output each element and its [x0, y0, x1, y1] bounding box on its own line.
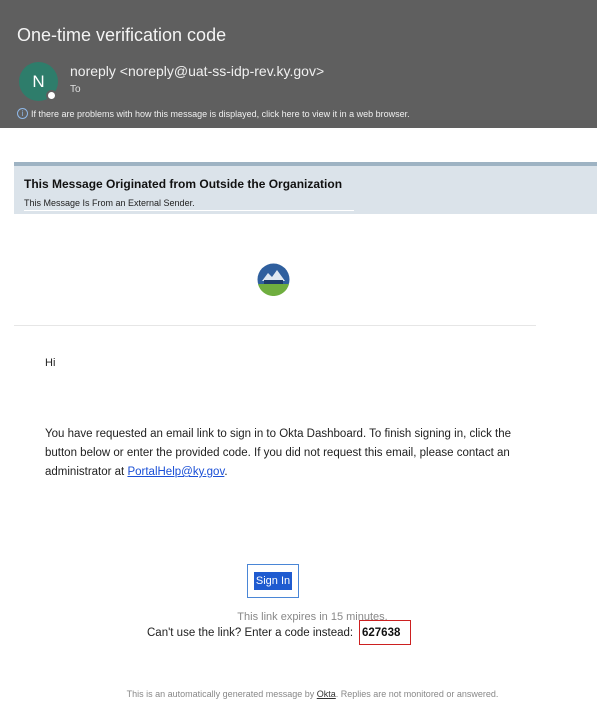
- external-sender-banner: This Message Originated from Outside the…: [14, 162, 597, 214]
- external-banner-subtitle: This Message Is From an External Sender.: [24, 198, 354, 211]
- code-prompt: Can't use the link? Enter a code instead…: [147, 627, 354, 639]
- info-bar-text: If there are problems with how this mess…: [31, 108, 410, 119]
- footer-text-end: . Replies are not monitored or answered.: [335, 689, 499, 699]
- info-bar[interactable]: i If there are problems with how this me…: [17, 108, 410, 119]
- email-body: You have requested an email link to sign…: [45, 425, 525, 482]
- body-text-end: .: [224, 466, 228, 478]
- sign-in-button[interactable]: Sign In: [253, 572, 293, 590]
- footer-text: This is an automatically generated messa…: [126, 689, 317, 699]
- kyccr-logo: [257, 263, 290, 296]
- greeting: Hi: [45, 357, 56, 369]
- to-label: To: [70, 84, 81, 95]
- sign-in-button-frame[interactable]: Sign In: [247, 564, 299, 598]
- email-footer: This is an automatically generated messa…: [0, 689, 597, 699]
- support-email-link[interactable]: PortalHelp@ky.gov: [127, 466, 224, 478]
- external-banner-title: This Message Originated from Outside the…: [24, 177, 343, 191]
- verification-code: 627638: [362, 627, 401, 639]
- email-header: One-time verification code N noreply <no…: [0, 0, 597, 128]
- link-expiry-note: This link expires in 15 minutes.: [237, 611, 388, 623]
- okta-link[interactable]: Okta: [317, 689, 336, 699]
- info-icon: i: [17, 108, 28, 119]
- presence-dot: [46, 90, 57, 101]
- sender-address[interactable]: noreply <noreply@uat-ss-idp-rev.ky.gov>: [70, 63, 324, 79]
- body-text: You have requested an email link to sign…: [45, 428, 512, 478]
- divider: [14, 325, 536, 326]
- email-subject: One-time verification code: [17, 25, 227, 45]
